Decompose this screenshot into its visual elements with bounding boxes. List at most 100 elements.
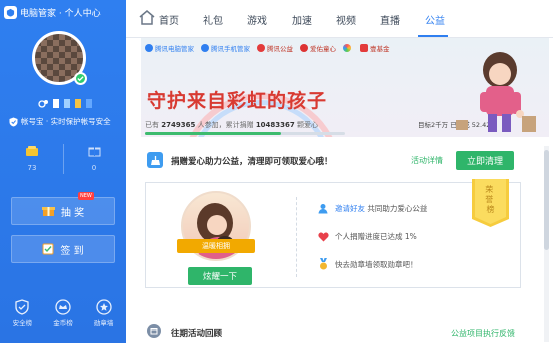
mobile-manager-logo-icon	[201, 44, 209, 52]
donate-instruction: 捐赠爱心助力公益，清理即可领取爱心哦！	[171, 157, 333, 167]
broom-icon	[147, 152, 163, 168]
show-off-button[interactable]: 炫耀一下	[188, 267, 252, 285]
pc-manager-logo-icon	[145, 44, 153, 52]
personal-progress-feature: 个人捐赠进度已达成 1%	[318, 231, 417, 242]
partner-aiyou: 爱佑童心	[300, 43, 336, 53]
invite-friends-feature: 邀请好友 共同助力爱心公益	[318, 203, 427, 214]
gift-count: 0	[91, 164, 97, 172]
stats-divider	[63, 144, 64, 174]
lottery-button[interactable]: NEW 抽 奖	[11, 192, 115, 225]
coin-ranking-label: 金币榜	[53, 319, 73, 327]
partner-onefoundation-label: 壹基金	[370, 45, 390, 53]
honor-ribbon-char-2: 誉	[485, 194, 493, 204]
heart-icon	[318, 232, 329, 241]
past-activities-row: 往期活动回顾 公益项目执行反馈	[141, 324, 549, 343]
warm-hug-ribbon: 温暖相拥	[177, 239, 255, 253]
crown-icon	[55, 299, 71, 315]
shield-icon	[15, 299, 29, 315]
safety-ranking-item[interactable]: 安全榜	[12, 299, 33, 327]
app-logo-icon	[4, 5, 17, 19]
partner-onefoundation: 壹基金	[360, 43, 390, 53]
qq-level-icon	[38, 100, 48, 108]
charity-banner[interactable]: 腾讯电脑管家 腾讯手机管家 腾讯公益 爱佑童心 壹基金 守护来自彩虹的孩子 已有…	[141, 38, 549, 137]
rainbow-logo-icon	[343, 44, 351, 52]
tencent-charity-logo-icon	[257, 44, 265, 52]
partner-aiyou-label: 爱佑童心	[310, 45, 336, 53]
account-protection-label: 帐号宝 · 实时保护帐号安全	[21, 117, 111, 126]
donation-progress-bar	[145, 132, 345, 135]
onefoundation-logo-icon	[360, 44, 368, 52]
gift-icon	[88, 147, 100, 157]
banner-slogan: 守护来自彩虹的孩子	[147, 90, 328, 112]
level-bar-blue-icon	[86, 99, 92, 108]
donation-progress-text: 已有 2749365 人参加，累计捐赠 10483367 颗爱心	[145, 120, 318, 130]
participant-count: 2749365	[161, 121, 196, 129]
partner-tencent-charity-label: 腾讯公益	[267, 45, 293, 53]
partner-tencent-charity: 腾讯公益	[257, 43, 293, 53]
coin-count: 73	[27, 164, 37, 172]
account-protection[interactable]: 帐号宝 · 实时保护帐号安全	[9, 116, 111, 127]
checkin-label: 签 到	[60, 245, 84, 257]
tab-live[interactable]: 直播	[380, 12, 400, 27]
donate-bar: 捐赠爱心助力公益，清理即可领取爱心哦！ 活动详情 立即清理	[141, 147, 549, 175]
medal-small-icon	[320, 258, 327, 270]
partner-mobile-manager: 腾讯手机管家	[201, 43, 250, 53]
progress-suffix: 颗爱心	[297, 121, 319, 129]
clean-now-button[interactable]: 立即清理	[456, 151, 514, 170]
partner-pc-manager: 腾讯电脑管家	[145, 43, 194, 53]
gift-stat[interactable]: 0	[74, 142, 114, 172]
level-bar-gold-icon	[75, 99, 81, 108]
progress-mid: 人参加，累计捐赠	[197, 121, 254, 129]
tab-video[interactable]: 视频	[336, 12, 356, 27]
past-activities-title: 往期活动回顾	[171, 329, 223, 339]
activity-details-link[interactable]: 活动详情	[411, 155, 443, 166]
invite-friends-text: 共同助力爱心公益	[367, 204, 428, 213]
top-nav: 首页 礼包 游戏 加速 视频 直播 公益	[126, 0, 553, 38]
aiyou-logo-icon	[300, 44, 308, 52]
medal-wall-text: 快去勋章墙领取勋章吧！	[335, 259, 418, 269]
app-title-text: 电脑管家 · 个人中心	[20, 8, 101, 19]
level-bar-light-icon	[64, 99, 70, 108]
honor-ribbon-label: 荣 誉 榜	[485, 184, 496, 214]
level-bar-white-icon	[53, 99, 59, 108]
medal-wall-item[interactable]: 勋章墙	[93, 299, 114, 327]
charity-panel: 温暖相拥 炫耀一下 邀请好友 共同助力爱心公益 个人捐赠进度已达成 1% 快去勋…	[145, 179, 521, 288]
tab-acceleration[interactable]: 加速	[292, 12, 312, 27]
honor-ribbon-icon[interactable]: 荣 誉 榜	[472, 179, 509, 227]
scrollbar-thumb[interactable]	[544, 150, 549, 250]
medal-icon	[95, 299, 112, 315]
stats-row: 73 0	[0, 142, 126, 178]
partner-logos: 腾讯电脑管家 腾讯手机管家 腾讯公益 爱佑童心 壹基金	[145, 43, 390, 53]
invite-friends-link[interactable]: 邀请好友	[335, 204, 365, 213]
coin-ranking-item[interactable]: 金币榜	[53, 299, 73, 327]
project-feedback-link[interactable]: 公益项目执行反馈	[451, 328, 515, 339]
donation-progress-fill	[145, 132, 281, 135]
honor-ribbon-char-3: 榜	[487, 204, 495, 214]
medal-wall-label: 勋章墙	[93, 319, 114, 327]
heart-count: 10483367	[255, 121, 295, 129]
checkin-icon	[42, 243, 54, 255]
medal-wall-feature: 快去勋章墙领取勋章吧！	[318, 258, 418, 270]
girl-illustration	[456, 52, 536, 132]
tab-games[interactable]: 游戏	[247, 12, 267, 27]
verified-check-icon	[74, 72, 87, 85]
checkin-button[interactable]: 签 到	[11, 235, 115, 263]
calendar-icon	[147, 324, 161, 338]
new-badge: NEW	[78, 192, 94, 200]
tab-charity[interactable]: 公益	[425, 12, 445, 27]
home-icon[interactable]	[138, 9, 156, 26]
safety-ranking-label: 安全榜	[12, 319, 33, 327]
honor-ribbon-char-1: 荣	[485, 184, 493, 194]
app-title: 电脑管家 · 个人中心	[4, 4, 101, 20]
progress-prefix: 已有	[145, 121, 159, 129]
tab-home[interactable]: 首页	[159, 12, 179, 27]
active-tab-indicator	[418, 35, 448, 37]
coin-stat[interactable]: 73	[12, 142, 52, 172]
partner-rainbow	[343, 44, 353, 52]
user-heart-icon	[318, 204, 328, 214]
tab-gift-packs[interactable]: 礼包	[203, 12, 223, 27]
sidebar-bottom-nav: 安全榜 金币榜 勋章墙	[0, 299, 126, 327]
coin-icon	[26, 146, 38, 156]
lottery-box-icon	[41, 207, 55, 216]
panel-divider	[296, 197, 297, 277]
